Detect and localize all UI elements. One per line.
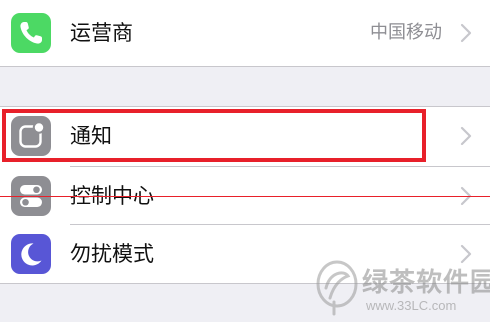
chevron-right-icon bbox=[460, 23, 472, 43]
chevron-right-icon bbox=[460, 244, 472, 264]
notifications-icon bbox=[11, 116, 51, 156]
watermark-url: www.33LC.com bbox=[366, 298, 457, 313]
settings-row-control-center[interactable]: 控制中心 bbox=[0, 167, 490, 225]
chevron-right-icon bbox=[460, 126, 472, 146]
settings-group-main: 通知 控制中心 勿扰模式 bbox=[0, 106, 490, 284]
moon-icon bbox=[11, 234, 51, 274]
carrier-value: 中国移动 bbox=[370, 22, 442, 43]
notifications-label: 通知 bbox=[70, 124, 112, 148]
settings-group-top: 运营商 中国移动 bbox=[0, 0, 490, 67]
control-center-label: 控制中心 bbox=[70, 184, 154, 208]
settings-row-do-not-disturb[interactable]: 勿扰模式 bbox=[0, 225, 490, 283]
do-not-disturb-label: 勿扰模式 bbox=[70, 242, 154, 266]
settings-row-notifications[interactable]: 通知 bbox=[0, 107, 490, 165]
control-center-icon bbox=[11, 176, 51, 216]
chevron-right-icon bbox=[460, 186, 472, 206]
carrier-label: 运营商 bbox=[70, 21, 133, 45]
settings-row-carrier[interactable]: 运营商 中国移动 bbox=[0, 4, 490, 62]
phone-icon bbox=[11, 13, 51, 53]
